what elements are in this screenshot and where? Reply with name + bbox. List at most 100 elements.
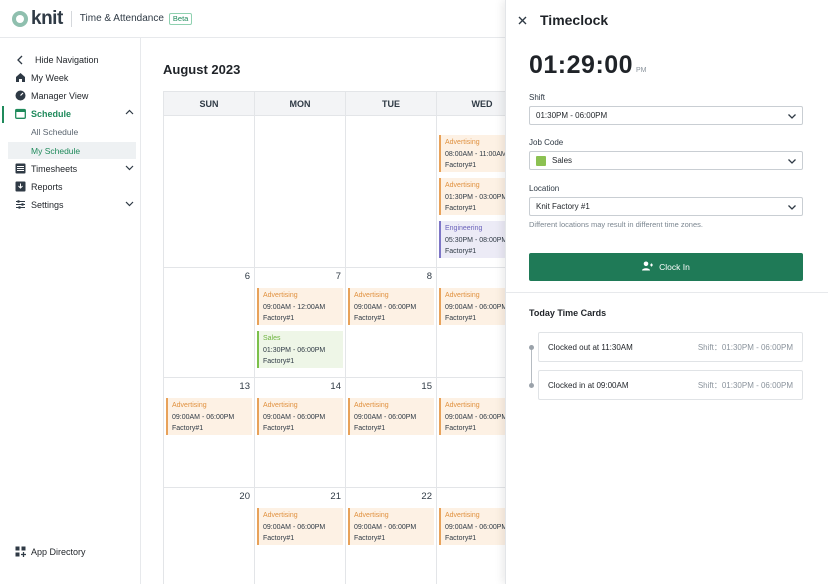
divider <box>70 10 72 27</box>
today-time-cards-title: Today Time Cards <box>529 308 607 318</box>
event-time: 08:00AM - 11:00AM <box>445 150 505 158</box>
hide-navigation-label: Hide Navigation <box>35 54 99 65</box>
calendar-week: Advertising 08:00AM - 11:00AM Factory#1 … <box>163 116 505 268</box>
calendar-main: August 2023 SUN MON TUE WED Advertising … <box>141 38 505 584</box>
clock-in-button[interactable]: Clock In <box>529 253 803 281</box>
schedule-event[interactable]: Sales 01:30PM - 06:00PM Factory#1 <box>257 331 343 368</box>
day-cell[interactable]: 7 Advertising 09:00AM - 12:00AM Factory#… <box>255 268 346 377</box>
day-cell[interactable]: 15 Advertising 09:00AM - 06:00PM Factory… <box>346 378 437 487</box>
schedule-event[interactable]: Advertising 09:00AM - 06:00PM Factory#1 <box>257 508 343 545</box>
schedule-event[interactable]: Advertising 09:00AM - 06:00PM Factory#1 <box>439 288 505 325</box>
home-icon <box>14 72 26 83</box>
active-indicator <box>2 106 4 123</box>
logo-text: knit <box>31 7 63 29</box>
event-title: Advertising <box>445 182 480 189</box>
timesheets-label: Timesheets <box>31 163 78 174</box>
day-cell[interactable]: Advertising 08:00AM - 11:00AM Factory#1 … <box>437 116 505 267</box>
my-schedule-label: My Schedule <box>31 145 81 156</box>
event-title: Advertising <box>445 512 480 519</box>
event-title: Advertising <box>263 292 298 299</box>
app-directory-button[interactable]: App Directory <box>8 543 136 560</box>
day-cell[interactable]: 8 Advertising 09:00AM - 06:00PM Factory#… <box>346 268 437 377</box>
event-time: 09:00AM - 06:00PM <box>263 523 326 531</box>
day-cell[interactable]: 20 <box>164 488 255 584</box>
schedule-event[interactable]: Advertising 09:00AM - 06:00PM Factory#1 <box>439 398 505 435</box>
event-time: 01:30PM - 03:00PM <box>445 193 505 201</box>
day-number: 14 <box>330 381 341 392</box>
schedule-event[interactable]: Advertising 09:00AM - 06:00PM Factory#1 <box>348 398 434 435</box>
event-title: Advertising <box>354 402 389 409</box>
event-location: Factory#1 <box>354 315 386 322</box>
sidebar-item-manager-view[interactable]: Manager View <box>8 87 136 104</box>
day-number: 13 <box>239 381 250 392</box>
time-ampm: PM <box>636 67 647 74</box>
gauge-icon <box>14 90 26 101</box>
event-location: Factory#1 <box>445 205 477 212</box>
clock-in-user-icon <box>642 261 654 273</box>
location-select[interactable]: Knit Factory #1 <box>529 197 803 216</box>
event-time: 09:00AM - 06:00PM <box>445 303 505 311</box>
sidebar-item-timesheets[interactable]: Timesheets <box>8 160 136 177</box>
day-cell[interactable]: Advertising 09:00AM - 06:00PM Factory#1 <box>437 378 505 487</box>
day-number: 7 <box>335 271 341 282</box>
event-title: Advertising <box>354 512 389 519</box>
sidebar-item-settings[interactable]: Settings <box>8 196 136 213</box>
day-cell[interactable]: 22 Advertising 09:00AM - 06:00PM Factory… <box>346 488 437 584</box>
schedule-event[interactable]: Advertising 09:00AM - 12:00AM Factory#1 <box>257 288 343 325</box>
day-cell[interactable]: 21 Advertising 09:00AM - 06:00PM Factory… <box>255 488 346 584</box>
event-title: Advertising <box>172 402 207 409</box>
sliders-icon <box>14 199 26 210</box>
knit-logo[interactable]: knit <box>12 8 63 30</box>
schedule-event[interactable]: Advertising 01:30PM - 03:00PM Factory#1 <box>439 178 505 215</box>
manager-view-label: Manager View <box>31 90 89 101</box>
schedule-event[interactable]: Advertising 09:00AM - 06:00PM Factory#1 <box>439 508 505 545</box>
shift-select[interactable]: 01:30PM - 06:00PM <box>529 106 803 125</box>
day-cell[interactable] <box>255 116 346 267</box>
schedule-event[interactable]: Advertising 09:00AM - 06:00PM Factory#1 <box>348 508 434 545</box>
schedule-event[interactable]: Advertising 09:00AM - 06:00PM Factory#1 <box>257 398 343 435</box>
day-cell[interactable]: 6 <box>164 268 255 377</box>
location-label: Location <box>529 184 560 193</box>
event-title: Advertising <box>445 139 480 146</box>
timeline-line <box>531 347 532 385</box>
event-time: 09:00AM - 06:00PM <box>263 413 326 421</box>
sidebar-item-my-week[interactable]: My Week <box>8 69 136 86</box>
event-time: 09:00AM - 06:00PM <box>445 523 505 531</box>
day-cell[interactable] <box>346 116 437 267</box>
app-name: Time & Attendance <box>79 13 164 24</box>
knit-logo-icon <box>12 10 28 27</box>
timesheet-icon <box>14 163 26 174</box>
reports-label: Reports <box>31 181 63 192</box>
day-number: 22 <box>421 491 432 502</box>
day-cell[interactable]: Advertising 09:00AM - 06:00PM Factory#1 <box>437 268 505 377</box>
timeclock-panel: Timeclock 01:29:00 PM Shift 01:30PM - 06… <box>505 0 828 584</box>
sidebar-item-reports[interactable]: Reports <box>8 178 136 195</box>
day-cell[interactable]: 14 Advertising 09:00AM - 06:00PM Factory… <box>255 378 346 487</box>
event-time: 09:00AM - 06:00PM <box>354 413 417 421</box>
day-cell[interactable]: Advertising 09:00AM - 06:00PM Factory#1 <box>437 488 505 584</box>
sidebar-item-all-schedule[interactable]: All Schedule <box>8 123 136 140</box>
sidebar-item-my-schedule[interactable]: My Schedule <box>8 142 136 159</box>
schedule-event[interactable]: Advertising 08:00AM - 11:00AM Factory#1 <box>439 135 505 172</box>
schedule-event[interactable]: Engineering 05:30PM - 08:00PM Factory#1 <box>439 221 505 258</box>
calendar-week: 20 21 Advertising 09:00AM - 06:00PM Fact… <box>163 488 505 584</box>
beta-badge: Beta <box>168 12 193 25</box>
section-divider <box>506 292 828 293</box>
sidebar-item-schedule[interactable]: Schedule <box>8 105 136 122</box>
clock-in-label: Clock In <box>659 262 690 272</box>
shift-value: 01:30PM - 06:00PM <box>536 111 608 120</box>
event-location: Factory#1 <box>445 162 477 169</box>
schedule-event[interactable]: Advertising 09:00AM - 06:00PM Factory#1 <box>348 288 434 325</box>
day-cell[interactable] <box>164 116 255 267</box>
day-cell[interactable]: 13 Advertising 09:00AM - 06:00PM Factory… <box>164 378 255 487</box>
time-card: Clocked in at 09:00AM Shift：01:30PM - 06… <box>538 370 803 400</box>
close-icon[interactable] <box>518 14 527 28</box>
time-card-label: Clocked out at 11:30AM <box>548 342 633 352</box>
schedule-event[interactable]: Advertising 09:00AM - 06:00PM Factory#1 <box>166 398 252 435</box>
hide-navigation-button[interactable]: Hide Navigation <box>8 51 136 68</box>
event-location: Factory#1 <box>263 425 295 432</box>
day-number: 15 <box>421 381 432 392</box>
jobcode-select[interactable]: Sales <box>529 151 803 170</box>
event-time: 05:30PM - 08:00PM <box>445 236 505 244</box>
current-time: 01:29:00 <box>529 51 634 79</box>
